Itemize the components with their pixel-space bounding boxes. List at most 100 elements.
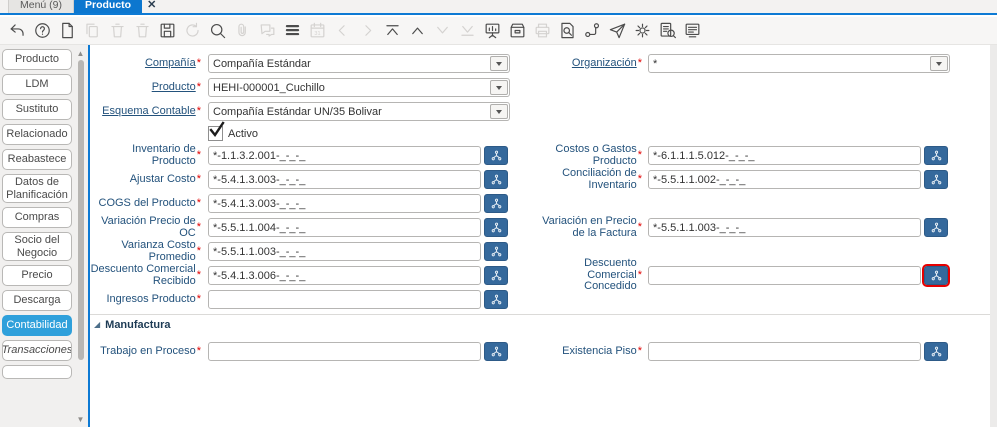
- variacion-precio-oc-input[interactable]: *-5.5.1.1.004-_-_-_: [208, 218, 481, 237]
- save-button[interactable]: [157, 20, 178, 42]
- inventario-account-button[interactable]: [484, 146, 508, 165]
- find-button[interactable]: [207, 20, 228, 42]
- delete-record-button[interactable]: [107, 20, 128, 42]
- inventario-producto-input[interactable]: *-1.1.3.2.001-_-_-_: [208, 146, 481, 165]
- organizacion-label: Organización: [571, 56, 637, 69]
- copy-record-icon: [86, 23, 98, 38]
- sidebar-tab-compras[interactable]: Compras: [2, 207, 72, 228]
- compania-select[interactable]: Compañía Estándar: [208, 54, 510, 73]
- sidebar-tab-precio[interactable]: Precio: [2, 265, 72, 286]
- last-record-button[interactable]: [457, 20, 478, 42]
- manufactura-group-header[interactable]: ◢ Manufactura: [90, 316, 990, 333]
- activity-log-button[interactable]: [682, 20, 703, 42]
- print-preview-button[interactable]: [557, 20, 578, 42]
- descuento-concedido-input[interactable]: [648, 266, 921, 285]
- chevron-down-icon[interactable]: [490, 56, 508, 71]
- account-combination-icon: [931, 150, 941, 161]
- form-row: Descuento Comercial Recibido * *-5.4.1.3.…: [90, 258, 990, 292]
- calendar-button[interactable]: 31: [307, 20, 328, 42]
- organizacion-select[interactable]: *: [648, 54, 950, 73]
- chevron-down-icon[interactable]: [930, 56, 948, 71]
- required-marker: *: [196, 196, 201, 209]
- preferences-button[interactable]: [632, 20, 653, 42]
- variacion-oc-account-button[interactable]: [484, 218, 508, 237]
- sidebar-tab-reabastece[interactable]: Reabastece: [2, 149, 72, 170]
- previous-record-button[interactable]: [332, 20, 353, 42]
- sidebar-tab-datos-planificacion[interactable]: Datos de Planificación: [2, 174, 72, 203]
- conciliacion-account-button[interactable]: [924, 170, 948, 189]
- zoom-across-button[interactable]: [657, 20, 678, 42]
- chevron-down-icon[interactable]: [490, 104, 508, 119]
- sidebar-tab-ldm[interactable]: LDM: [2, 74, 72, 95]
- esquema-contable-select[interactable]: Compañía Estándar UN/35 Bolivar: [208, 102, 510, 121]
- first-record-button[interactable]: [382, 20, 403, 42]
- cogs-producto-input[interactable]: *-5.4.1.3.003-_-_-_: [208, 194, 481, 213]
- descuento-recibido-account-button[interactable]: [484, 266, 508, 285]
- attachment-button[interactable]: [232, 20, 253, 42]
- workflow-button[interactable]: [582, 20, 603, 42]
- sidebar-tab-relacionado[interactable]: Relacionado: [2, 124, 72, 145]
- sidebar-tab-transacciones[interactable]: Transacciones: [2, 340, 72, 361]
- varianza-costo-promedio-input[interactable]: *-5.5.1.1.003-_-_-_: [208, 242, 481, 261]
- ajustar-costo-input[interactable]: *-5.4.1.3.003-_-_-_: [208, 170, 481, 189]
- variacion-factura-account-button[interactable]: [924, 218, 948, 237]
- archive-button[interactable]: [507, 20, 528, 42]
- scroll-up-icon[interactable]: ▲: [74, 49, 87, 58]
- scroll-down-icon[interactable]: ▼: [74, 415, 87, 424]
- parent-record-button[interactable]: [407, 20, 428, 42]
- costos-account-button[interactable]: [924, 146, 948, 165]
- cogs-account-button[interactable]: [484, 194, 508, 213]
- activo-checkbox[interactable]: [208, 121, 225, 141]
- variacion-precio-factura-input[interactable]: *-5.5.1.1.003-_-_-_: [648, 218, 921, 237]
- grid-toggle-button[interactable]: [282, 20, 303, 42]
- print-preview-icon: [561, 22, 574, 39]
- sidebar-tab-descarga[interactable]: Descarga: [2, 290, 72, 311]
- chat-button[interactable]: [257, 20, 278, 42]
- existencia-account-button[interactable]: [924, 342, 948, 361]
- copy-record-button[interactable]: [82, 20, 103, 42]
- group-expand-icon[interactable]: ◢: [94, 320, 100, 329]
- existencia-piso-input[interactable]: [648, 342, 921, 361]
- sidebar-tab-contabilidad[interactable]: Contabilidad: [2, 315, 72, 336]
- sidebar-tab-socio-negocio[interactable]: Socio del Negocio: [2, 232, 72, 261]
- tab-list: Producto LDM Sustituto Relacionado Reaba…: [2, 49, 72, 379]
- required-marker: *: [196, 80, 201, 93]
- report-button[interactable]: [482, 20, 503, 42]
- new-record-button[interactable]: [57, 20, 78, 42]
- sidebar-scrollbar-thumb[interactable]: [78, 60, 84, 360]
- parent-record-icon: [412, 27, 423, 35]
- trabajo-account-button[interactable]: [484, 342, 508, 361]
- refresh-button[interactable]: [182, 20, 203, 42]
- required-marker: *: [637, 220, 642, 233]
- undo-button[interactable]: [7, 20, 28, 42]
- ajustar-account-button[interactable]: [484, 170, 508, 189]
- required-marker: *: [637, 148, 642, 161]
- trabajo-proceso-input[interactable]: [208, 342, 481, 361]
- producto-select[interactable]: HEHI-000001_Cuchillo: [208, 78, 510, 97]
- tab-menu[interactable]: Menú (9): [8, 0, 75, 13]
- detail-record-button[interactable]: [432, 20, 453, 42]
- tab-producto[interactable]: Producto: [74, 0, 143, 13]
- descuento-recibido-input[interactable]: *-5.4.1.3.006-_-_-_: [208, 266, 481, 285]
- sidebar-tab-partial[interactable]: [2, 365, 72, 379]
- descuento-concedido-account-button-highlighted[interactable]: [922, 264, 950, 287]
- ingresos-producto-input[interactable]: [208, 290, 481, 309]
- close-icon[interactable]: ✕: [147, 0, 156, 13]
- costos-gastos-input[interactable]: *-6.1.1.1.5.012-_-_-_: [648, 146, 921, 165]
- help-button[interactable]: [32, 20, 53, 42]
- chevron-down-icon[interactable]: [490, 80, 508, 95]
- window-scrollbar[interactable]: [990, 45, 997, 427]
- print-button[interactable]: [532, 20, 553, 42]
- account-combination-icon: [491, 294, 501, 305]
- varianza-account-button[interactable]: [484, 242, 508, 261]
- account-combination-icon: [491, 270, 501, 281]
- conciliacion-inventario-input[interactable]: *-5.5.1.1.002-_-_-_: [648, 170, 921, 189]
- delete-selection-icon: [136, 23, 149, 38]
- sidebar-tab-producto[interactable]: Producto: [2, 49, 72, 70]
- next-record-button[interactable]: [357, 20, 378, 42]
- sidebar-tab-sustituto[interactable]: Sustituto: [2, 99, 72, 120]
- ingresos-account-button[interactable]: [484, 290, 508, 309]
- form-row: Ingresos Producto *: [90, 290, 990, 309]
- send-mail-button[interactable]: [607, 20, 628, 42]
- delete-selection-button[interactable]: [132, 20, 153, 42]
